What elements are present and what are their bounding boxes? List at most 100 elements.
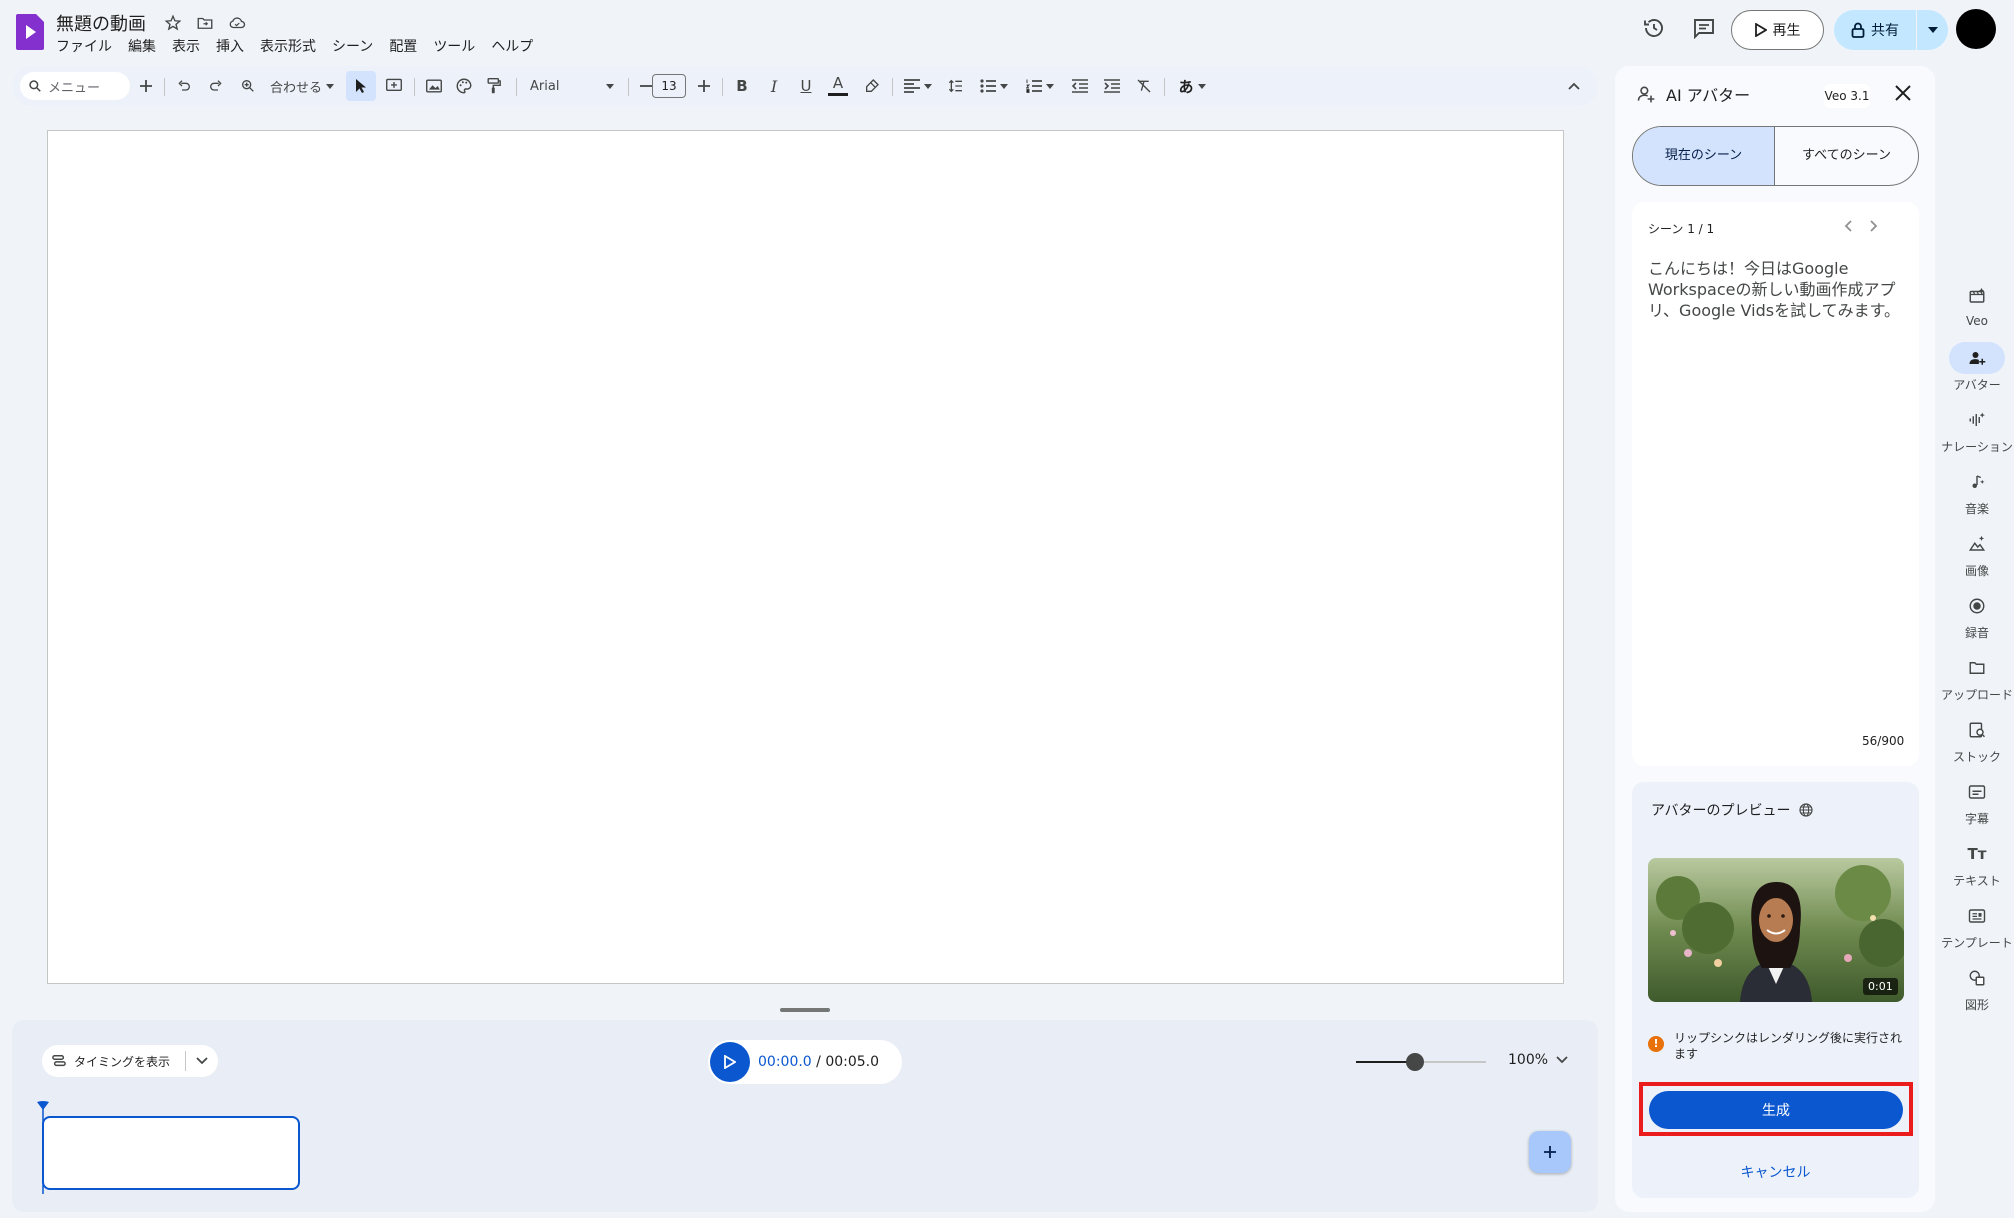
menu-file[interactable]: ファイル xyxy=(56,36,120,56)
menu-bar: ファイル 編集 表示 挿入 表示形式 シーン 配置 ツール ヘルプ xyxy=(56,36,549,56)
rail-text[interactable]: Tт テキスト xyxy=(1940,838,2014,889)
clear-formatting-icon[interactable] xyxy=(1130,66,1158,106)
shapes-icon xyxy=(1949,962,2005,994)
rail-label: Veo xyxy=(1965,314,1988,328)
paint-format-icon[interactable] xyxy=(480,66,508,106)
move-folder-icon[interactable] xyxy=(194,12,216,34)
share-button-group: 共有 xyxy=(1834,10,1948,50)
textbox-tool-icon[interactable] xyxy=(380,66,408,106)
menu-search-input[interactable]: メニュー xyxy=(20,72,130,100)
new-scene-plus-icon[interactable] xyxy=(134,66,158,106)
increase-indent-icon[interactable] xyxy=(1098,66,1126,106)
generate-button[interactable]: 生成 xyxy=(1649,1091,1903,1129)
tab-all-scenes[interactable]: すべてのシーン xyxy=(1775,127,1918,185)
prev-scene-icon[interactable] xyxy=(1844,220,1852,232)
italic-icon[interactable]: I xyxy=(760,66,788,106)
veo-icon xyxy=(1949,280,2005,312)
redo-icon[interactable] xyxy=(202,66,230,106)
account-avatar[interactable] xyxy=(1956,9,1996,49)
rail-image[interactable]: 画像 xyxy=(1940,528,2014,579)
rail-label: 画像 xyxy=(1964,564,1989,578)
version-history-icon[interactable] xyxy=(1642,16,1666,40)
rail-shapes[interactable]: 図形 xyxy=(1940,962,2014,1013)
scene-scope-toggle: 現在のシーン すべてのシーン xyxy=(1632,126,1919,186)
timeline-zoom-slider[interactable] xyxy=(1356,1053,1486,1071)
underline-icon[interactable]: U xyxy=(792,66,820,106)
numbered-list-dropdown[interactable] xyxy=(1020,66,1060,106)
lipsync-warning: ! リップシンクはレンダリング後に実行されます xyxy=(1648,1030,1908,1062)
play-label: 再生 xyxy=(1772,23,1801,39)
close-icon[interactable] xyxy=(1894,84,1912,102)
timeline-resize-handle[interactable] xyxy=(780,1008,830,1012)
text-color-icon[interactable]: A xyxy=(824,66,852,106)
vids-logo[interactable] xyxy=(14,12,46,52)
align-dropdown[interactable] xyxy=(898,66,938,106)
rail-label: ナレーション xyxy=(1941,440,2013,454)
image-tool-icon[interactable] xyxy=(420,66,448,106)
share-button[interactable]: 共有 xyxy=(1834,10,1916,50)
font-family-dropdown[interactable]: Arial xyxy=(522,66,622,106)
rail-avatar[interactable]: アバター xyxy=(1940,342,2014,393)
script-textarea[interactable]: こんにちは！今日はGoogle Workspaceの新しい動画作成アプリ、Goo… xyxy=(1648,258,1906,321)
character-count: 56/900 xyxy=(1862,734,1905,748)
globe-icon xyxy=(1799,803,1814,817)
menu-insert[interactable]: 挿入 xyxy=(216,36,252,56)
rail-record[interactable]: 録音 xyxy=(1940,590,2014,641)
comments-icon[interactable] xyxy=(1692,16,1716,40)
rail-stock[interactable]: ストック xyxy=(1940,714,2014,765)
rail-upload[interactable]: アップロード xyxy=(1940,652,2014,703)
star-icon[interactable] xyxy=(162,12,184,34)
rail-label: ストック xyxy=(1952,750,2001,764)
slider-handle[interactable] xyxy=(1405,1053,1424,1071)
collapse-toolbar-icon[interactable] xyxy=(1560,66,1588,106)
line-spacing-icon[interactable] xyxy=(942,66,970,106)
play-preview-button[interactable]: 再生 xyxy=(1731,10,1824,50)
decrease-indent-icon[interactable] xyxy=(1066,66,1094,106)
rail-music[interactable]: 音楽 xyxy=(1940,466,2014,517)
theme-palette-icon[interactable] xyxy=(450,66,478,106)
rail-veo[interactable]: Veo xyxy=(1940,280,2014,328)
menu-scene[interactable]: シーン xyxy=(332,36,381,56)
share-dropdown-button[interactable] xyxy=(1916,10,1948,50)
next-scene-icon[interactable] xyxy=(1870,220,1878,232)
zoom-percent-dropdown[interactable]: 100% xyxy=(1508,1052,1568,1068)
zoom-icon[interactable] xyxy=(234,66,262,106)
font-size-input[interactable]: 13 xyxy=(652,74,686,98)
select-tool-icon[interactable] xyxy=(346,71,376,101)
warning-icon: ! xyxy=(1648,1036,1664,1052)
playback-control: 00:00.0 / 00:05.0 xyxy=(708,1040,902,1084)
bulleted-list-dropdown[interactable] xyxy=(974,66,1014,106)
toolbar: メニュー 合わせる Arial 13 B I U A あ xyxy=(12,66,1598,106)
tab-current-scene[interactable]: 現在のシーン xyxy=(1633,127,1775,185)
menu-view[interactable]: 表示 xyxy=(172,36,208,56)
ime-char: あ xyxy=(1178,77,1194,96)
template-icon xyxy=(1949,900,2005,932)
bold-icon[interactable]: B xyxy=(728,66,756,106)
menu-tools[interactable]: ツール xyxy=(433,36,483,56)
input-tools-dropdown[interactable]: あ xyxy=(1170,66,1214,106)
show-timing-button[interactable]: タイミングを表示 xyxy=(42,1045,218,1077)
rail-captions[interactable]: 字幕 xyxy=(1940,776,2014,827)
chevron-down-icon[interactable] xyxy=(186,1057,218,1065)
play-icon xyxy=(1754,23,1767,37)
rail-narration[interactable]: ナレーション xyxy=(1940,404,2014,455)
document-title[interactable]: 無題の動画 xyxy=(56,10,146,36)
cancel-button[interactable]: キャンセル xyxy=(1632,1162,1919,1182)
rail-template[interactable]: テンプレート xyxy=(1940,900,2014,951)
scene-clip[interactable] xyxy=(42,1116,300,1190)
increase-font-size-icon[interactable] xyxy=(692,66,716,106)
highlight-color-icon[interactable] xyxy=(858,66,886,106)
play-button[interactable] xyxy=(710,1042,750,1082)
folder-icon xyxy=(1949,652,2005,684)
undo-icon[interactable] xyxy=(170,66,198,106)
menu-edit[interactable]: 編集 xyxy=(128,36,164,56)
add-scene-button[interactable] xyxy=(1529,1131,1571,1173)
menu-arrange[interactable]: 配置 xyxy=(389,36,425,56)
menu-format[interactable]: 表示形式 xyxy=(260,36,324,56)
caret-down-icon xyxy=(606,83,614,89)
zoom-fit-dropdown[interactable]: 合わせる xyxy=(262,66,342,106)
search-icon xyxy=(29,80,41,92)
menu-help[interactable]: ヘルプ xyxy=(491,36,541,56)
scene-canvas[interactable] xyxy=(47,130,1564,984)
cloud-saved-icon[interactable] xyxy=(226,12,248,34)
